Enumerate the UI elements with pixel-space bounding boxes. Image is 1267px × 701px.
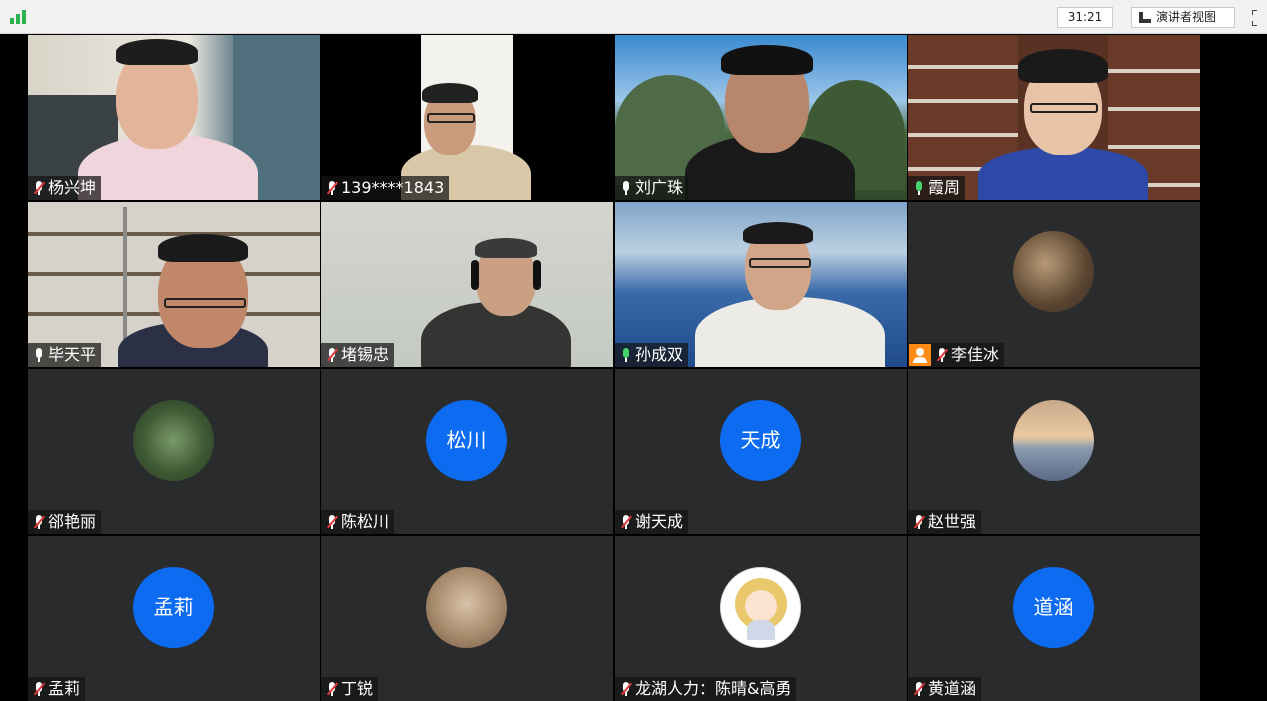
participant-name-tag: 黄道涵: [908, 677, 982, 701]
mic-muted-icon: [325, 180, 339, 196]
mic-muted-icon: [325, 514, 339, 530]
participant-avatar: 天成: [720, 400, 801, 481]
participant-name-tag: 谢天成: [615, 510, 689, 534]
participant-name: 郤艳丽: [48, 512, 97, 531]
participant-avatar: [1013, 231, 1094, 312]
fullscreen-icon[interactable]: [1252, 10, 1260, 26]
participant-name: 龙湖人力：陈晴&高勇: [635, 679, 792, 698]
participant-name: 赵世强: [928, 512, 977, 531]
participant-avatar: 孟莉: [133, 567, 214, 648]
participant-name-tag: 孙成双: [615, 343, 689, 367]
participant-tile[interactable]: 丁锐: [321, 536, 613, 701]
mic-muted-icon: [619, 681, 633, 697]
mic-muted-icon: [32, 514, 46, 530]
presenter-view-button[interactable]: 演讲者视图: [1131, 7, 1235, 28]
participant-name-tag: 霞周: [908, 176, 966, 200]
mic-muted-icon: [912, 514, 926, 530]
mic-muted-icon: [619, 514, 633, 530]
participant-tile[interactable]: 郤艳丽: [28, 369, 320, 534]
mic-active-icon: [619, 347, 633, 363]
video-grid: 杨兴坤 139****1843 刘广珠 霞周 毕天平 堵锡忠 孙成双 李佳冰 郤…: [28, 35, 1202, 701]
participant-tile[interactable]: 李佳冰: [908, 202, 1200, 367]
participant-tile[interactable]: 松川 陈松川: [321, 369, 613, 534]
participant-name-tag: 李佳冰: [908, 343, 1005, 367]
mic-muted-icon: [325, 681, 339, 697]
participant-tile[interactable]: 堵锡忠: [321, 202, 613, 367]
participant-name-tag: 郤艳丽: [28, 510, 102, 534]
presenter-view-label: 演讲者视图: [1156, 10, 1217, 24]
participant-name-tag: 杨兴坤: [28, 176, 102, 200]
participant-tile[interactable]: 龙湖人力：陈晴&高勇: [615, 536, 907, 701]
participant-tile[interactable]: 道涵 黄道涵: [908, 536, 1200, 701]
participant-name-tag: 丁锐: [321, 677, 379, 701]
participant-name: 黄道涵: [928, 679, 977, 698]
mic-muted-icon: [935, 347, 949, 363]
meeting-timer: 31:21: [1057, 7, 1113, 28]
participant-name: 谢天成: [635, 512, 684, 531]
participant-name: 毕天平: [48, 345, 97, 364]
mic-active-icon: [912, 180, 926, 196]
participant-name-tag: 堵锡忠: [321, 343, 395, 367]
participant-tile[interactable]: 杨兴坤: [28, 35, 320, 200]
participant-name-tag: 刘广珠: [615, 176, 689, 200]
participant-name: 李佳冰: [951, 345, 1000, 364]
participant-avatar: [133, 400, 214, 481]
participant-tile[interactable]: 天成 谢天成: [615, 369, 907, 534]
participant-name-tag: 陈松川: [321, 510, 395, 534]
participant-tile[interactable]: 毕天平: [28, 202, 320, 367]
participant-name-tag: 毕天平: [28, 343, 102, 367]
signal-bars-icon[interactable]: [10, 10, 28, 24]
participant-avatar: 松川: [426, 400, 507, 481]
participant-name: 霞周: [928, 178, 961, 197]
mic-muted-icon: [912, 681, 926, 697]
host-icon: [909, 344, 931, 366]
participant-name: 杨兴坤: [48, 178, 97, 197]
participant-name-tag: 139****1843: [321, 176, 450, 200]
participant-name: 丁锐: [341, 679, 374, 698]
participant-tile-speaking[interactable]: 孙成双: [615, 202, 907, 367]
mic-muted-icon: [32, 180, 46, 196]
participant-avatar: [426, 567, 507, 648]
participant-name: 139****1843: [341, 178, 445, 197]
participant-name: 陈松川: [341, 512, 390, 531]
mic-icon: [619, 180, 633, 196]
participant-name-tag: 龙湖人力：陈晴&高勇: [615, 677, 797, 701]
participant-name: 堵锡忠: [341, 345, 390, 364]
presenter-view-icon: [1139, 12, 1151, 23]
participant-name: 孙成双: [635, 345, 684, 364]
mic-muted-icon: [32, 681, 46, 697]
mic-muted-icon: [325, 347, 339, 363]
participant-name-tag: 孟莉: [28, 677, 86, 701]
participant-tile[interactable]: 139****1843: [321, 35, 613, 200]
participant-avatar: [720, 567, 801, 648]
participant-name: 孟莉: [48, 679, 81, 698]
mic-icon: [32, 347, 46, 363]
participant-avatar: [1013, 400, 1094, 481]
participant-tile[interactable]: 赵世强: [908, 369, 1200, 534]
participant-tile[interactable]: 霞周: [908, 35, 1200, 200]
participant-tile[interactable]: 刘广珠: [615, 35, 907, 200]
participant-name-tag: 赵世强: [908, 510, 982, 534]
participant-avatar: 道涵: [1013, 567, 1094, 648]
participant-name: 刘广珠: [635, 178, 684, 197]
meeting-toolbar: 31:21 演讲者视图: [0, 0, 1267, 34]
participant-tile[interactable]: 孟莉 孟莉: [28, 536, 320, 701]
